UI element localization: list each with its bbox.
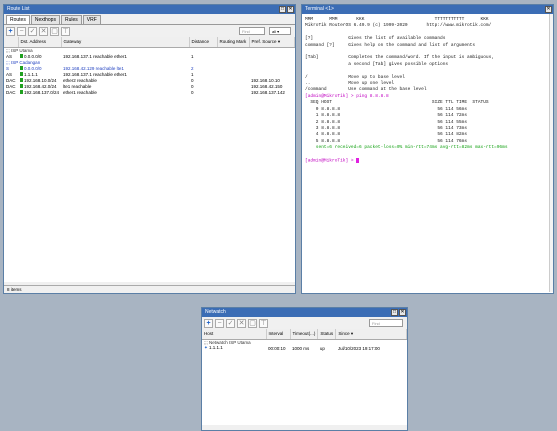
close-icon[interactable]: ✕ bbox=[399, 309, 406, 316]
tab-vrf[interactable]: VRF bbox=[82, 15, 101, 24]
col-gateway[interactable]: Gateway bbox=[61, 37, 190, 48]
netwatch-window: Netwatch □ ✕ + − ✓ ✕ ▢ ⊤ Find Host Inter… bbox=[201, 307, 408, 431]
disable-button[interactable]: ✕ bbox=[237, 318, 246, 328]
col-timeout[interactable]: Timeout(...) bbox=[290, 329, 319, 340]
route-flag-icon bbox=[20, 66, 23, 71]
route-tabs: Routes Nexthops Rules VRF bbox=[4, 14, 295, 25]
col-status[interactable]: Status bbox=[317, 329, 337, 340]
col-since[interactable]: Since ▾ bbox=[335, 329, 407, 340]
remove-button[interactable]: − bbox=[215, 318, 224, 328]
terminal-title: Terminal <1> bbox=[305, 6, 334, 12]
maximize-icon[interactable]: □ bbox=[279, 6, 286, 13]
route-toolbar: + − ✓ ✕ ▢ ⊤ Find all ▾ bbox=[4, 25, 295, 37]
col-interval[interactable]: Interval bbox=[266, 329, 291, 340]
tab-routes[interactable]: Routes bbox=[6, 15, 30, 24]
terminal-line: [admin@MikroTik] > bbox=[305, 157, 550, 165]
col-host[interactable]: Host bbox=[202, 329, 267, 340]
enable-button[interactable]: ✓ bbox=[28, 26, 37, 36]
terminal-scrollbar[interactable] bbox=[549, 14, 553, 292]
route-flag-icon bbox=[20, 78, 23, 83]
copy-button[interactable]: ▢ bbox=[50, 26, 59, 36]
route-flag-icon bbox=[20, 84, 23, 89]
filter-button[interactable]: ⊤ bbox=[61, 26, 70, 36]
col-distance[interactable]: Distance bbox=[189, 37, 218, 48]
netwatch-table: Host Interval Timeout(...) Status Since … bbox=[202, 329, 407, 351]
col-flags[interactable] bbox=[4, 37, 19, 48]
route-table: Dst. Address Gateway Distance Routing Ma… bbox=[4, 37, 296, 95]
route-table-wrap: Dst. Address Gateway Distance Routing Ma… bbox=[4, 37, 296, 282]
route-flag-icon bbox=[20, 54, 23, 59]
copy-button[interactable]: ▢ bbox=[248, 318, 257, 328]
col-routing-mark[interactable]: Routing Mark bbox=[217, 37, 250, 48]
filter-select[interactable]: all ▾ bbox=[269, 27, 291, 35]
netwatch-titlebar[interactable]: Netwatch □ ✕ bbox=[202, 308, 407, 317]
add-button[interactable]: + bbox=[204, 318, 213, 328]
tab-rules[interactable]: Rules bbox=[60, 15, 82, 24]
route-statusbar: 8 items bbox=[4, 285, 295, 293]
add-button[interactable]: + bbox=[6, 26, 15, 36]
netwatch-host-icon: ✦ bbox=[204, 345, 208, 350]
col-pref-source[interactable]: Pref. Source ▾ bbox=[249, 37, 296, 48]
terminal-titlebar[interactable]: Terminal <1> ✕ bbox=[302, 5, 553, 14]
tab-nexthops[interactable]: Nexthops bbox=[30, 15, 60, 24]
close-icon[interactable]: ✕ bbox=[287, 6, 294, 13]
route-list-title: Route List bbox=[7, 6, 30, 12]
netwatch-toolbar: + − ✓ ✕ ▢ ⊤ Find bbox=[202, 317, 407, 329]
route-list-window: Route List □ ✕ Routes Nexthops Rules VRF… bbox=[3, 4, 296, 294]
filter-button[interactable]: ⊤ bbox=[259, 318, 268, 328]
enable-button[interactable]: ✓ bbox=[226, 318, 235, 328]
close-icon[interactable]: ✕ bbox=[545, 6, 552, 13]
terminal-output[interactable]: MMM MMM KKK TTTTTTTTTTT KKK MikroTik Rout… bbox=[302, 14, 553, 292]
col-dst[interactable]: Dst. Address bbox=[18, 37, 62, 48]
route-flag-icon bbox=[20, 72, 23, 77]
terminal-window: Terminal <1> ✕ MMM MMM KKK TTTTTTTTTTT K… bbox=[301, 4, 554, 294]
netwatch-table-wrap: Host Interval Timeout(...) Status Since … bbox=[202, 329, 407, 425]
route-list-titlebar[interactable]: Route List □ ✕ bbox=[4, 5, 295, 14]
disable-button[interactable]: ✕ bbox=[39, 26, 48, 36]
table-row[interactable]: ✦ 1.1.1.1 00:00:10 1000 ms up Jul/10/202… bbox=[202, 345, 407, 351]
remove-button[interactable]: − bbox=[17, 26, 26, 36]
maximize-icon[interactable]: □ bbox=[391, 309, 398, 316]
find-input[interactable]: Find bbox=[369, 319, 403, 327]
find-input[interactable]: Find bbox=[239, 27, 265, 35]
route-flag-icon bbox=[20, 90, 23, 95]
terminal-cursor bbox=[356, 157, 360, 163]
table-row[interactable]: DAC 192.168.137.0/24 ether1 reachable 0 … bbox=[4, 89, 295, 95]
netwatch-title: Netwatch bbox=[205, 309, 226, 315]
